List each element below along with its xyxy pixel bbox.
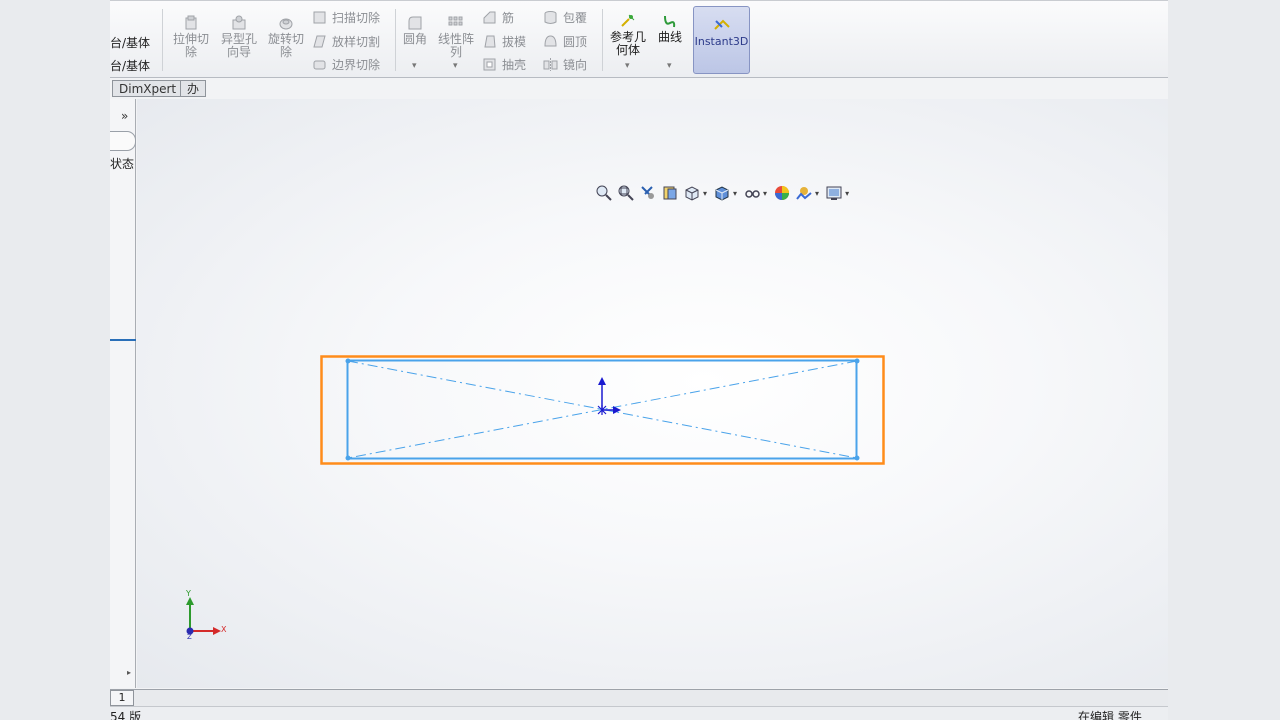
draft-icon xyxy=(484,35,496,47)
lofted-cut-label: 放样切割 xyxy=(332,34,381,49)
status-editing-text: 在编辑 零件 xyxy=(1078,710,1142,720)
revolved-cut-label-1: 旋转切 xyxy=(267,32,304,46)
model-tab[interactable]: 1 xyxy=(110,690,134,706)
hole-wizard-label-2: 向导 xyxy=(226,45,251,59)
model-tabs-bar: 1 xyxy=(110,689,1168,707)
linear-pattern-label-2: 列 xyxy=(449,45,462,59)
z-axis-label: Z xyxy=(187,633,192,641)
linear-pattern-button[interactable]: 线性阵 列 xyxy=(435,15,477,59)
rib-button[interactable]: 筋 xyxy=(482,8,514,26)
mirror-label: 镜向 xyxy=(563,57,588,72)
status-version-text: 54 版 xyxy=(110,710,142,720)
curves-button[interactable]: 曲线 xyxy=(653,13,687,44)
reference-geometry-label-2: 何体 xyxy=(615,43,640,57)
reference-geometry-dropdown-icon[interactable]: ▾ xyxy=(625,61,630,71)
ribbon-separator xyxy=(162,9,163,71)
revolved-cut-label-2: 除 xyxy=(279,45,292,59)
boss-base-label-1[interactable]: 台/基体 xyxy=(110,34,150,51)
tab-office-products[interactable]: 办公室产品 xyxy=(180,80,207,160)
extruded-cut-icon xyxy=(185,15,197,30)
ribbon-separator xyxy=(395,9,396,71)
display-state-label: 状态 xyxy=(110,157,135,171)
curves-icon xyxy=(664,15,676,28)
lofted-cut-button[interactable]: 放样切割 xyxy=(312,32,380,50)
x-axis-label: X xyxy=(221,625,227,634)
instant3d-toggle-button[interactable]: Instant3D xyxy=(693,6,750,74)
fillet-label: 圆角 xyxy=(402,32,427,46)
wrap-button[interactable]: 包覆 xyxy=(543,8,587,26)
swept-cut-button[interactable]: 扫描切除 xyxy=(312,8,380,26)
sketch-point[interactable] xyxy=(854,455,860,461)
reference-geometry-icon xyxy=(621,14,635,27)
extruded-cut-button[interactable]: 拉伸切 除 xyxy=(170,15,212,59)
feature-manager-panel: » 状态 ▸ xyxy=(110,99,136,688)
fillet-dropdown-icon[interactable]: ▾ xyxy=(412,61,417,71)
rib-icon xyxy=(483,11,496,23)
curves-label: 曲线 xyxy=(657,30,682,44)
dome-label: 圆顶 xyxy=(563,34,588,49)
y-axis-label: Y xyxy=(186,589,191,598)
tab-dimxpert[interactable]: DimXpert xyxy=(112,80,184,97)
boundary-cut-label: 边界切除 xyxy=(332,57,381,72)
reference-geometry-label-1: 参考几 xyxy=(609,30,646,44)
mirror-icon xyxy=(543,57,558,71)
swept-cut-label: 扫描切除 xyxy=(332,10,381,25)
lofted-cut-icon xyxy=(313,35,326,47)
view-triad: Y X Z xyxy=(173,589,233,641)
hole-wizard-button[interactable]: 异型孔 向导 xyxy=(218,15,260,59)
dome-icon xyxy=(544,34,557,46)
command-manager-ribbon: 台/基体 台/基体 拉伸切 除 异型孔 向导 旋转切 除 扫描切除 放样切割 边… xyxy=(110,0,1168,78)
linear-pattern-icon xyxy=(448,16,463,26)
revolved-cut-button[interactable]: 旋转切 除 xyxy=(265,15,307,59)
swept-cut-icon xyxy=(313,11,326,23)
curves-dropdown-icon[interactable]: ▾ xyxy=(667,61,672,71)
draft-button[interactable]: 拔模 xyxy=(482,32,526,50)
sketch-point[interactable] xyxy=(345,455,351,461)
extruded-cut-label-2: 除 xyxy=(184,45,197,59)
shell-button[interactable]: 抽壳 xyxy=(482,55,526,73)
draft-label: 拔模 xyxy=(502,34,527,49)
wrap-label: 包覆 xyxy=(563,10,588,25)
sketch-canvas xyxy=(320,355,885,465)
graphics-area[interactable]: ▾ ▾ ▾ ▾ ▾ Y X Z xyxy=(137,99,1168,688)
shell-label: 抽壳 xyxy=(502,57,527,72)
hole-wizard-icon xyxy=(232,15,246,30)
boundary-cut-icon xyxy=(313,60,326,69)
fillet-icon xyxy=(408,16,422,30)
scroll-right-icon[interactable]: ▸ xyxy=(127,668,131,677)
panel-divider xyxy=(110,339,136,341)
revolved-cut-icon xyxy=(279,18,293,30)
mirror-button[interactable]: 镜向 xyxy=(543,55,587,73)
extruded-cut-label-1: 拉伸切 xyxy=(172,32,209,46)
shell-icon xyxy=(483,58,496,70)
sketch-origin-icon[interactable] xyxy=(597,377,621,415)
linear-pattern-dropdown-icon[interactable]: ▾ xyxy=(453,61,458,71)
solidworks-window: 台/基体 台/基体 拉伸切 除 异型孔 向导 旋转切 除 扫描切除 放样切割 边… xyxy=(110,0,1168,720)
wrap-icon xyxy=(544,10,557,24)
instant3d-icon xyxy=(713,19,730,30)
dome-button[interactable]: 圆顶 xyxy=(543,32,587,50)
boss-base-label-2[interactable]: 台/基体 xyxy=(110,57,150,74)
rib-label: 筋 xyxy=(502,10,515,25)
ribbon-separator xyxy=(602,9,603,71)
instant3d-label: Instant3D xyxy=(694,35,749,48)
boundary-cut-button[interactable]: 边界切除 xyxy=(312,55,380,73)
sketch-point[interactable] xyxy=(854,358,860,364)
filter-input[interactable] xyxy=(110,131,136,151)
hole-wizard-label-1: 异型孔 xyxy=(220,32,257,46)
reference-geometry-button[interactable]: 参考几 何体 xyxy=(607,13,649,57)
fillet-button[interactable]: 圆角 xyxy=(400,15,430,46)
sketch-point[interactable] xyxy=(345,358,351,364)
expand-panel-button[interactable]: » xyxy=(121,109,128,123)
linear-pattern-label-1: 线性阵 xyxy=(437,32,474,46)
status-bar: 54 版 在编辑 零件 xyxy=(110,706,1168,720)
